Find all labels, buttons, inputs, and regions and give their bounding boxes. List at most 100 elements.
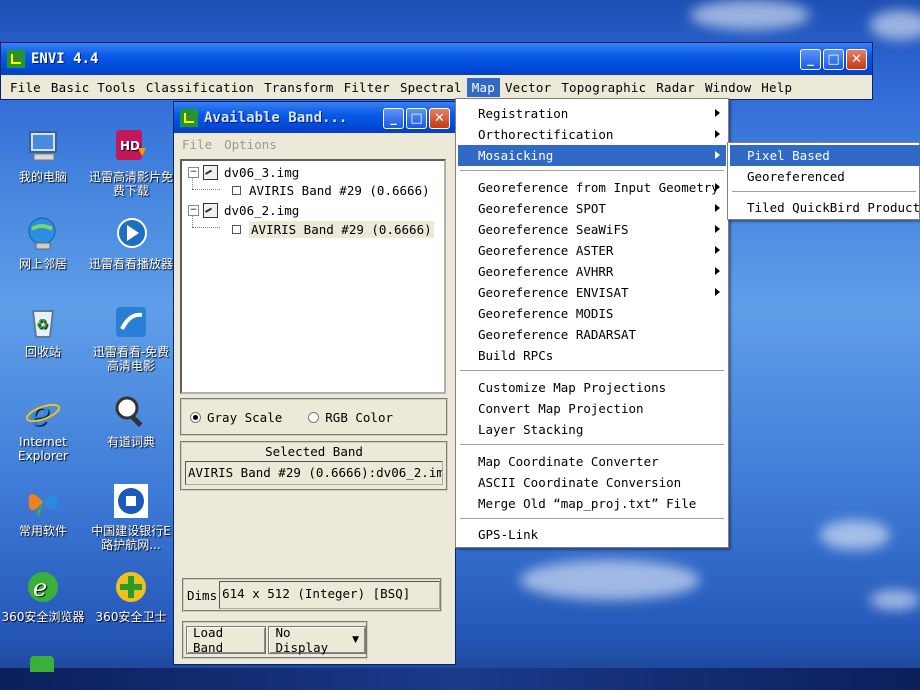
menu-item-customize-map-projections[interactable]: Customize Map Projections [458, 377, 726, 398]
menu-map[interactable]: Map [466, 77, 500, 97]
desktop-icon-recycle-bin[interactable]: ♻ 回收站 [0, 303, 86, 359]
envi-titlebar[interactable]: ENVI 4.4 _ □ ✕ [1, 43, 872, 75]
desktop-icon-bank[interactable]: 中国建设银行E路护航网... [88, 482, 174, 552]
maximize-button[interactable]: □ [406, 108, 427, 129]
tree-file-node[interactable]: − dv06_3.img [188, 165, 299, 180]
menu-item-label: Georeference SeaWiFS [478, 222, 629, 237]
desktop-icon-internet-explorer[interactable]: e Internet Explorer [0, 393, 86, 463]
desktop-icon-label: 回收站 [24, 345, 61, 359]
tree-band-node[interactable]: AVIRIS Band #29 (0.6666) [232, 183, 430, 198]
menu-item-label: GPS-Link [478, 527, 539, 542]
maximize-button[interactable]: □ [823, 49, 844, 70]
menu-filter[interactable]: Filter [339, 78, 395, 97]
desktop-icon-label: 常用软件 [18, 524, 67, 538]
tree-file-node[interactable]: − dv06_2.img [188, 203, 299, 218]
radio-empty-icon [308, 411, 320, 423]
desktop-icon-hd-download[interactable]: HD 迅雷高清影片免费下载 [88, 128, 174, 198]
desktop-icon-360-browser[interactable]: e 360安全浏览器 [0, 568, 86, 624]
menu-item-ascii-coordinate-conversion[interactable]: ASCII Coordinate Conversion [458, 472, 726, 493]
bands-titlebar[interactable]: Available Band... _ □ ✕ [174, 102, 455, 133]
menu-separator [460, 170, 724, 172]
rgb-color-radio[interactable]: RGB Color [308, 410, 393, 425]
close-button[interactable]: ✕ [429, 108, 450, 129]
menu-item-georef-envisat[interactable]: Georeference ENVISAT [458, 282, 726, 303]
desktop-icon-movie[interactable]: 迅雷看看-免费高清电影 [88, 303, 174, 373]
menu-item-label: Orthorectification [478, 127, 614, 142]
browser-360-icon: e [24, 568, 62, 606]
collapse-icon[interactable]: − [188, 205, 199, 216]
submenu-arrow-icon [715, 288, 720, 296]
menu-classification[interactable]: Classification [141, 78, 259, 97]
submenu-item-pixel-based[interactable]: Pixel Based [730, 145, 920, 166]
band-tree[interactable]: − dv06_3.img AVIRIS Band #29 (0.6666) − … [180, 159, 446, 394]
menu-help[interactable]: Help [756, 78, 797, 97]
cloud [870, 10, 920, 40]
submenu-arrow-icon [715, 183, 720, 191]
minimize-button[interactable]: _ [800, 49, 821, 70]
menu-item-convert-map-projection[interactable]: Convert Map Projection [458, 398, 726, 419]
close-button[interactable]: ✕ [846, 49, 867, 70]
desktop-icon-common-software[interactable]: 常用软件 [0, 482, 86, 538]
submenu-arrow-icon [715, 246, 720, 254]
display-select[interactable]: No Display ▼ [268, 625, 366, 655]
tree-band-node-selected[interactable]: AVIRIS Band #29 (0.6666) [232, 221, 434, 238]
menu-item-layer-stacking[interactable]: Layer Stacking [458, 419, 726, 440]
desktop-icon-label: Internet Explorer [18, 435, 68, 463]
menu-item-georef-avhrr[interactable]: Georeference AVHRR [458, 261, 726, 282]
desktop-icon-360-guard[interactable]: 360安全卫士 [88, 568, 174, 624]
menu-item-georef-aster[interactable]: Georeference ASTER [458, 240, 726, 261]
desktop-icon-dictionary[interactable]: 有道词典 [88, 393, 174, 449]
menu-item-label: Georeference ASTER [478, 243, 614, 258]
gray-scale-radio[interactable]: Gray Scale [190, 410, 282, 425]
svg-text:e: e [30, 394, 50, 431]
menu-item-georef-input-geometry[interactable]: Georeference from Input Geometry [458, 177, 726, 198]
menu-item-build-rpcs[interactable]: Build RPCs [458, 345, 726, 366]
menu-item-georef-spot[interactable]: Georeference SPOT [458, 198, 726, 219]
menu-spectral[interactable]: Spectral [395, 78, 467, 97]
cloud [690, 0, 810, 30]
svg-text:HD: HD [120, 139, 140, 153]
menu-item-label: Customize Map Projections [478, 380, 667, 395]
menu-radar[interactable]: Radar [651, 78, 700, 97]
menu-file[interactable]: File [5, 78, 46, 97]
desktop-icon-my-computer[interactable]: 我的电脑 [0, 128, 86, 184]
bands-button-row: Load Band No Display ▼ [182, 621, 368, 659]
bands-menu-file[interactable]: File [182, 137, 212, 152]
desktop-icon-label: 中国建设银行E路护航网... [91, 524, 171, 552]
radio-selected-icon [190, 411, 201, 423]
display-mode-group: Gray Scale RGB Color [180, 398, 448, 436]
menu-item-merge-old-map-proj[interactable]: Merge Old “map_proj.txt” File [458, 493, 726, 514]
desktop-icon-label: 有道词典 [106, 435, 155, 449]
menu-basic-tools[interactable]: Basic Tools [46, 78, 141, 97]
menu-separator [460, 518, 724, 520]
menu-item-orthorectification[interactable]: Orthorectification [458, 124, 726, 145]
taskbar-edge [0, 668, 920, 690]
desktop-icon-network[interactable]: 网上邻居 [0, 215, 86, 271]
menu-item-registration[interactable]: Registration [458, 103, 726, 124]
menu-vector[interactable]: Vector [500, 78, 556, 97]
submenu-item-georeferenced[interactable]: Georeferenced [730, 166, 920, 187]
desktop-icon-label: 迅雷高清影片免费下载 [88, 170, 173, 198]
menu-topographic[interactable]: Topographic [556, 78, 651, 97]
menu-item-gps-link[interactable]: GPS-Link [458, 524, 726, 545]
minimize-button[interactable]: _ [383, 108, 404, 129]
menu-item-georef-radarsat[interactable]: Georeference RADARSAT [458, 324, 726, 345]
menu-item-georef-seawifs[interactable]: Georeference SeaWiFS [458, 219, 726, 240]
band-leaf-icon [232, 186, 241, 195]
load-band-button[interactable]: Load Band [186, 625, 267, 655]
tree-file-label: dv06_2.img [224, 203, 300, 218]
envi-title: ENVI 4.4 [31, 51, 99, 67]
recycle-bin-icon: ♻ [24, 303, 62, 341]
desktop-icon-player[interactable]: 迅雷看看播放器 [88, 215, 174, 271]
submenu-item-tiled-quickbird[interactable]: Tiled QuickBird Product [730, 197, 920, 218]
menu-window[interactable]: Window [700, 78, 756, 97]
menu-item-mosaicking[interactable]: Mosaicking [458, 145, 726, 166]
menu-item-map-coordinate-converter[interactable]: Map Coordinate Converter [458, 451, 726, 472]
menu-transform[interactable]: Transform [259, 78, 339, 97]
bands-menu-options[interactable]: Options [224, 137, 277, 152]
bands-menubar: File Options [174, 133, 455, 155]
collapse-icon[interactable]: − [188, 167, 199, 178]
menu-item-georef-modis[interactable]: Georeference MODIS [458, 303, 726, 324]
menu-item-label: Build RPCs [478, 348, 554, 363]
band-leaf-icon [232, 225, 241, 234]
